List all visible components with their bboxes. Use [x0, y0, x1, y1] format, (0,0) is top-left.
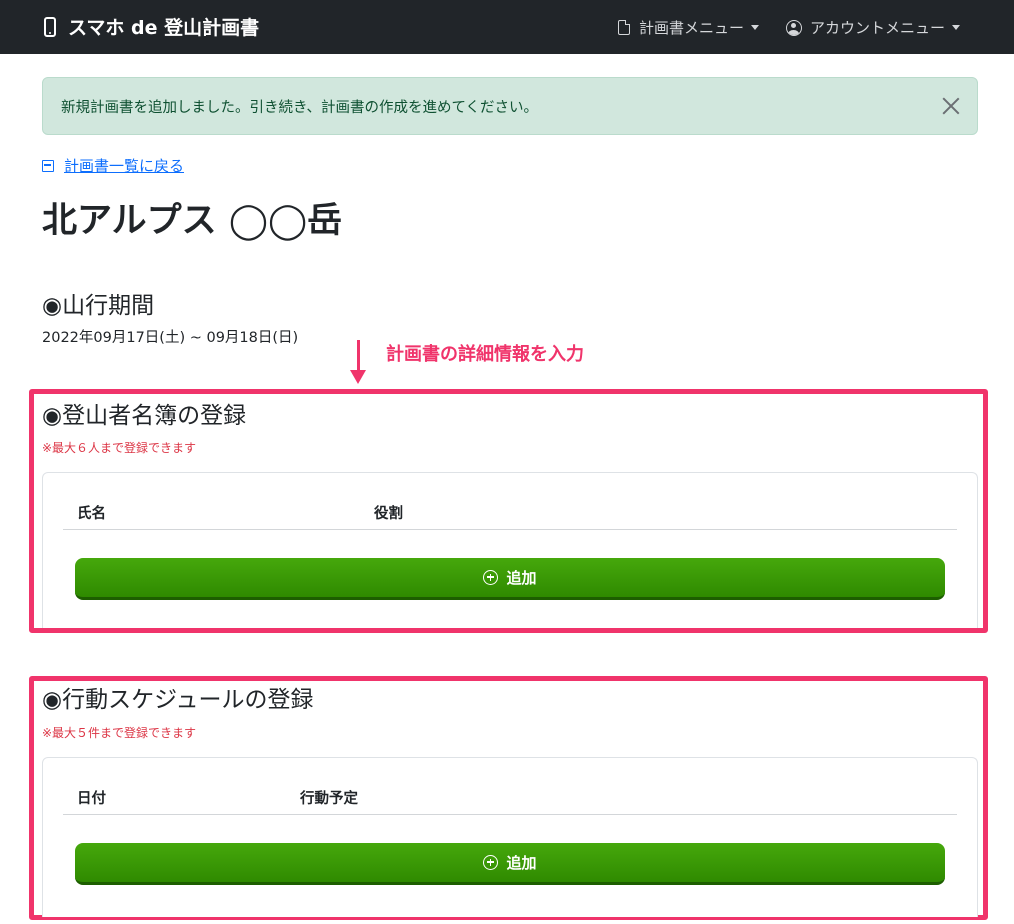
account-menu-dropdown[interactable]: アカウントメニュー: [786, 17, 961, 38]
alert-message: 新規計画書を追加しました。引き続き、計画書の作成を進めてください。: [61, 100, 539, 116]
column-header-plan: 行動予定: [300, 791, 358, 807]
period-dates: 2022年09月17日(土) ~ 09月18日(日): [42, 330, 299, 346]
success-alert: 新規計画書を追加しました。引き続き、計画書の作成を進めてください。: [42, 77, 978, 135]
brand-title: スマホ de 登山計画書: [68, 17, 260, 39]
add-schedule-button[interactable]: 追加: [75, 843, 945, 885]
close-icon[interactable]: [941, 96, 961, 116]
document-icon: [618, 20, 630, 35]
add-schedule-label: 追加: [506, 854, 537, 872]
period-heading: ◉山行期間: [42, 293, 155, 319]
phone-icon: [44, 16, 56, 37]
plan-menu-label: 計画書メニュー: [639, 19, 745, 37]
table-divider: [63, 814, 957, 815]
annotation-label: 計画書の詳細情報を入力: [386, 344, 584, 365]
box-arrow-left-icon: [42, 159, 54, 172]
back-to-list-link[interactable]: 計画書一覧に戻る: [64, 155, 184, 176]
caret-down-icon: [751, 25, 760, 30]
column-header-date: 日付: [77, 791, 106, 807]
column-header-role: 役割: [374, 506, 403, 522]
add-member-label: 追加: [506, 569, 537, 587]
plus-circle-icon: [483, 570, 499, 585]
members-note: ※最大６人まで登録できます: [42, 441, 197, 455]
table-divider: [63, 529, 957, 530]
top-navbar: スマホ de 登山計画書 計画書メニュー アカウントメニュー: [0, 0, 1014, 54]
add-member-button[interactable]: 追加: [75, 558, 945, 600]
plus-circle-icon: [483, 855, 499, 870]
plan-menu-dropdown[interactable]: 計画書メニュー: [618, 17, 760, 38]
brand[interactable]: スマホ de 登山計画書: [44, 13, 259, 40]
page-title: 北アルプス ◯◯岳: [42, 201, 343, 241]
schedule-heading: ◉行動スケジュールの登録: [42, 687, 314, 713]
schedule-card: 日付 行動予定 追加: [42, 757, 978, 917]
members-heading: ◉登山者名簿の登録: [42, 403, 247, 429]
schedule-note: ※最大５件まで登録できます: [42, 726, 197, 740]
account-menu-label: アカウントメニュー: [810, 19, 946, 37]
members-card: 氏名 役割 追加: [42, 472, 978, 628]
caret-down-icon: [952, 25, 961, 30]
back-to-list[interactable]: 計画書一覧に戻る: [42, 155, 184, 176]
column-header-name: 氏名: [77, 506, 106, 522]
user-circle-icon: [786, 19, 802, 36]
annotation-arrow-icon: [349, 340, 369, 386]
